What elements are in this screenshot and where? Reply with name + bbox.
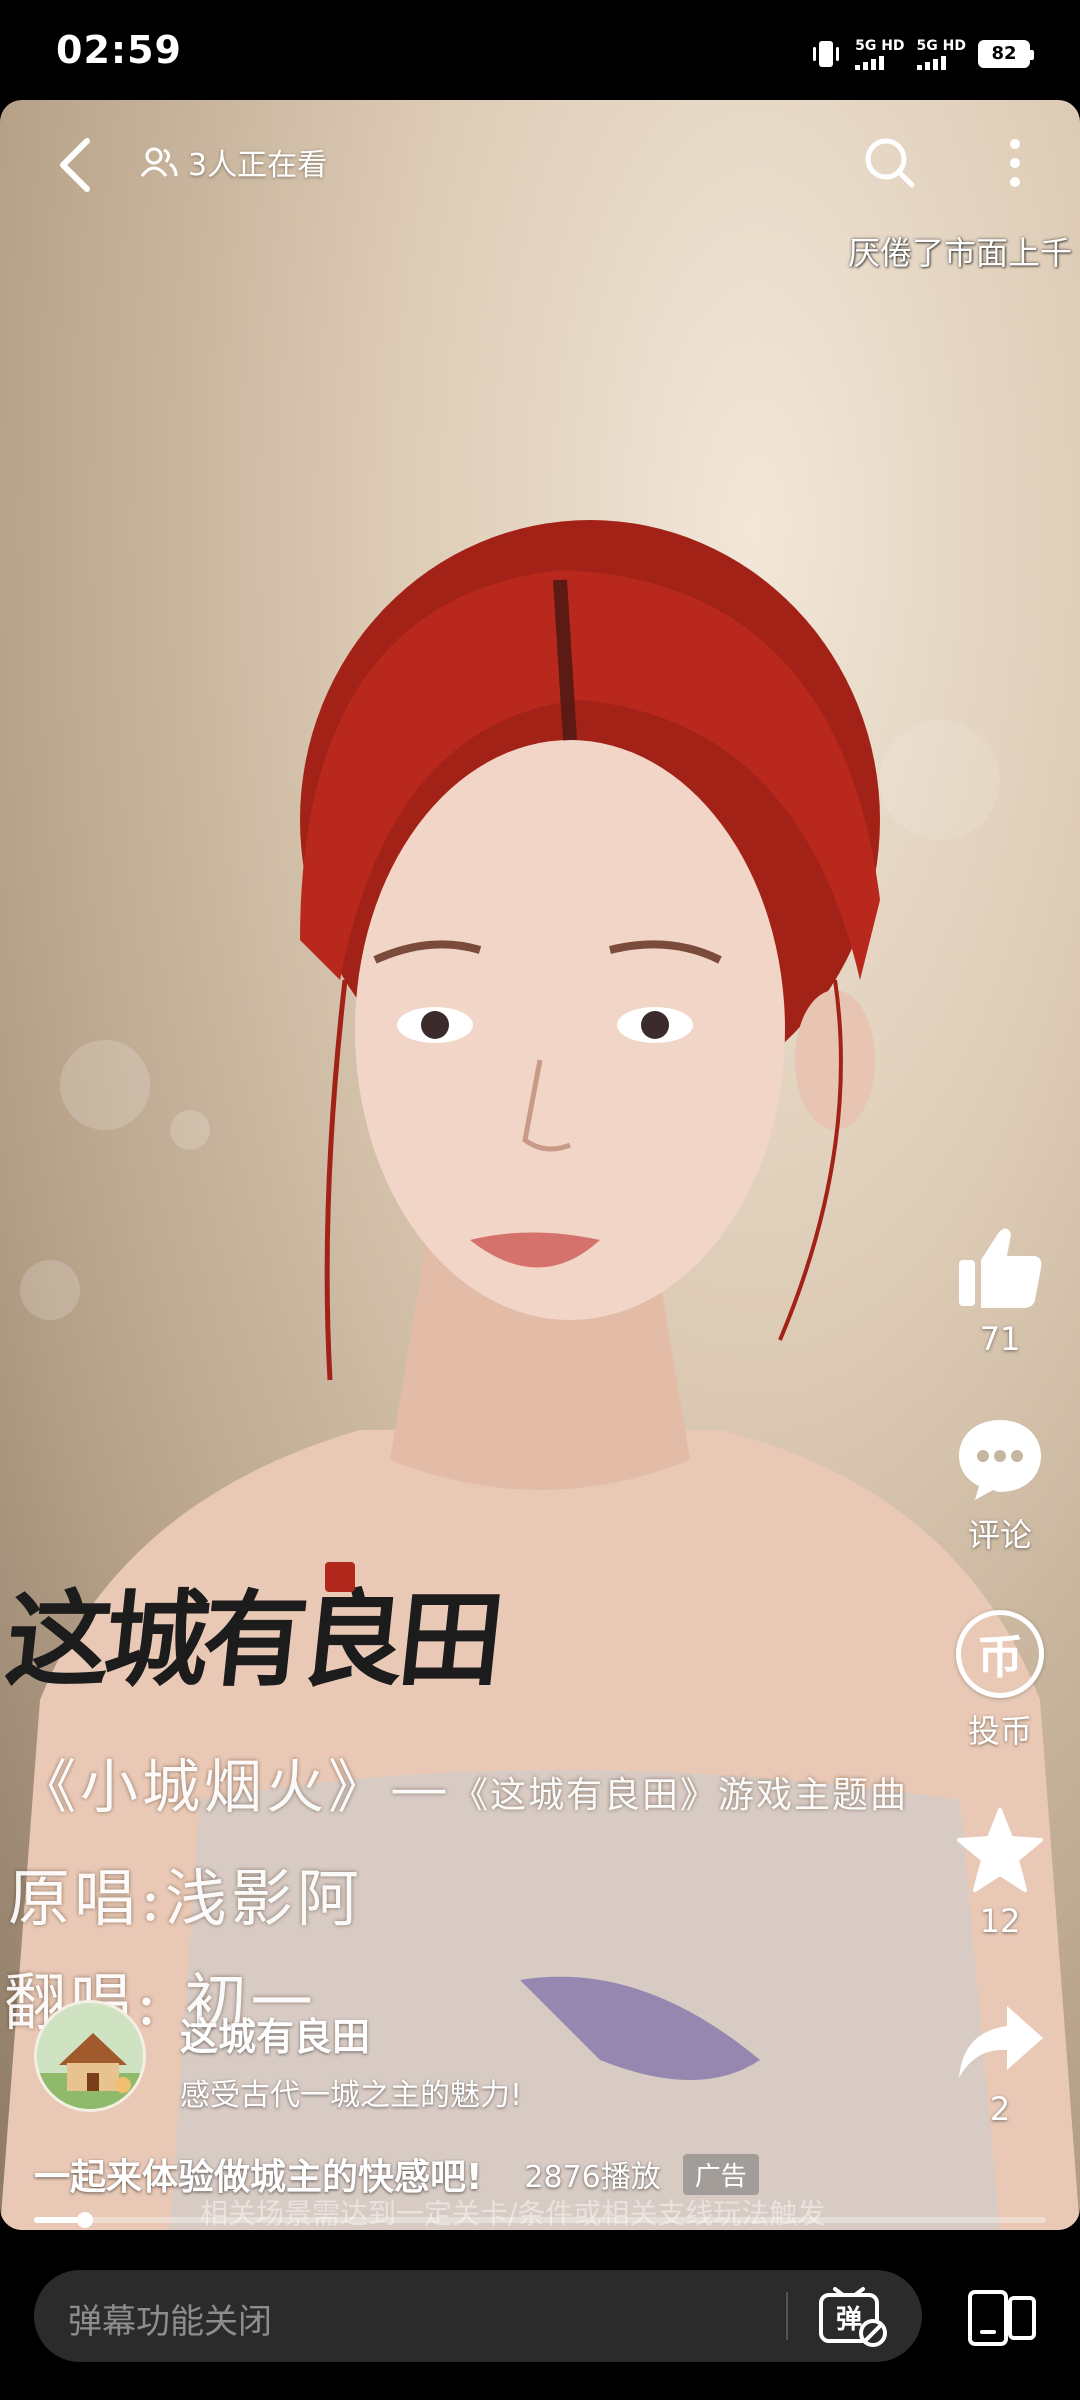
lyric-line-1: 《小城烟火》—《这城有良田》游戏主题曲 (18, 1740, 908, 1824)
game-logo-text: 这城有良田 (0, 1578, 504, 1701)
status-time: 02:59 (56, 28, 182, 72)
lyric-subtitle: 《这城有良田》游戏主题曲 (452, 1775, 909, 1816)
more-vertical-icon (1010, 139, 1020, 187)
bottom-bar: 弹幕功能关闭 弹 (0, 2230, 1080, 2400)
logo-seal (325, 1562, 355, 1592)
share-arrow-icon (959, 2006, 1043, 2078)
network-indicator-2: 5G HD (916, 37, 966, 70)
viewer-count-text: 3人正在看 (188, 148, 328, 183)
danmaku-comment: 厌倦了市面上千 (848, 234, 1073, 272)
progress-thumb[interactable] (76, 2212, 93, 2228)
network-label: 5G HD (855, 37, 905, 54)
share-count: 2 (989, 2090, 1011, 2128)
thumbs-up-icon (959, 1228, 1042, 1308)
back-button[interactable] (40, 130, 110, 200)
danmaku-input[interactable]: 弹幕功能关闭 弹 (34, 2270, 922, 2362)
uploader-description: 感受古代一城之主的魅力! (180, 2078, 523, 2113)
network-label: 5G HD (916, 37, 966, 54)
status-bar: 02:59 5G HD 5G HD 82 (0, 0, 1080, 100)
battery-icon: 82 (978, 40, 1034, 68)
lyric-line-2: 原唱:浅影阿 (8, 1862, 363, 1935)
uploader-avatar[interactable] (34, 2000, 146, 2112)
signal-bars-icon (855, 55, 885, 70)
favorite-action[interactable]: 12 (945, 1806, 1055, 1940)
video-top-bar: 3人正在看 (0, 100, 1080, 230)
play-count: 2876播放 (524, 2160, 661, 2195)
comment-label: 评论 (967, 1516, 1032, 1554)
danmaku-toggle-button[interactable]: 弹 (814, 2284, 890, 2348)
favorite-count: 12 (979, 1902, 1021, 1940)
like-action[interactable]: 71 (945, 1222, 1055, 1358)
video-title[interactable]: 一起来体验做城主的快感吧! (34, 2148, 482, 2200)
comment-action[interactable]: 评论 (945, 1416, 1055, 1556)
screen-rotate-icon (968, 2290, 1036, 2346)
coin-label: 投币 (967, 1712, 1032, 1750)
danmaku-off-icon: 弹 (819, 2287, 887, 2347)
people-icon (140, 147, 178, 177)
lyric-song-title: 《小城烟火》— (18, 1753, 453, 1821)
like-count: 71 (979, 1320, 1021, 1358)
star-icon (957, 1808, 1043, 1892)
status-icons: 5G HD 5G HD 82 (809, 34, 1034, 74)
signal-bars-icon (916, 55, 946, 70)
share-action[interactable]: 2 (945, 2002, 1055, 2128)
search-icon (865, 138, 915, 188)
coin-icon: 币 (956, 1610, 1044, 1698)
vibrate-icon (813, 41, 840, 67)
divider (786, 2292, 788, 2340)
comment-bubble-icon (959, 1420, 1041, 1500)
more-options-button[interactable] (980, 128, 1050, 198)
danmaku-placeholder: 弹幕功能关闭 (68, 2302, 272, 2342)
danmaku-toggle-glyph: 弹 (836, 2305, 862, 2335)
uploader-name[interactable]: 这城有良田 (180, 2006, 370, 2061)
ad-badge: 广告 (682, 2153, 759, 2195)
coin-action[interactable]: 币 投币 (945, 1610, 1055, 1752)
chevron-left-icon (60, 138, 90, 192)
video-player[interactable]: 这城有良田 《小城烟火》—《这城有良田》游戏主题曲 原唱:浅影阿 翻唱: 初一 (0, 100, 1080, 2230)
progress-bar[interactable] (34, 2212, 1046, 2228)
landscape-toggle-button[interactable] (962, 2282, 1042, 2354)
viewer-count: 3人正在看 (140, 140, 327, 184)
video-info-row: 一起来体验做城主的快感吧! 2876播放 广告 (34, 2148, 759, 2200)
search-button[interactable] (855, 128, 925, 198)
network-indicator-1: 5G HD (855, 37, 905, 70)
